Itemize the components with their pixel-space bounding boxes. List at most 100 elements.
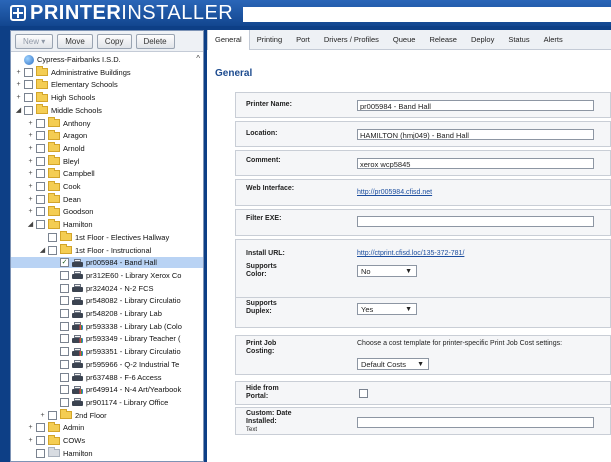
tree-checkbox[interactable] xyxy=(60,385,69,395)
tree-checkbox[interactable] xyxy=(60,283,69,293)
tree-expander-icon[interactable]: + xyxy=(27,424,34,431)
tree-checkbox[interactable] xyxy=(36,436,45,445)
tree-expander-icon[interactable]: ◢ xyxy=(27,221,34,228)
tree-printer-item[interactable]: ✓ pr005984 - Band Hall xyxy=(11,257,203,269)
tree-folder-item[interactable]: + High Schools xyxy=(15,91,95,103)
tree-checkbox[interactable] xyxy=(48,410,57,420)
tree-expander-icon[interactable]: ◢ xyxy=(39,247,46,254)
tree-checkbox[interactable] xyxy=(24,67,33,77)
filter-exe-field[interactable] xyxy=(357,216,594,227)
tree-checkbox[interactable] xyxy=(60,334,69,344)
tree-checkbox[interactable] xyxy=(60,270,69,280)
location-field[interactable]: HAMILTON (hmj049) - Band Hall xyxy=(357,129,594,140)
supports-duplex-select[interactable]: Yes ▼ xyxy=(357,303,417,315)
header-search-bar[interactable] xyxy=(243,7,611,22)
tree-checkbox[interactable] xyxy=(60,372,69,382)
tree-folder-item[interactable]: ◢ Middle Schools xyxy=(15,104,102,116)
delete-button[interactable]: Delete xyxy=(135,33,175,49)
tree-printer-item[interactable]: pr637488 - F-6 Access xyxy=(51,372,161,383)
tree-folder-item[interactable]: +2nd Floor xyxy=(39,409,107,421)
hide-from-portal-checkbox[interactable] xyxy=(359,389,368,398)
web-interface-link[interactable]: http://pr005984.cfisd.net xyxy=(357,189,432,196)
tree-checkbox[interactable] xyxy=(36,220,45,230)
tree-expander-icon[interactable]: + xyxy=(27,120,34,127)
comment-field[interactable]: xerox wcp5845 xyxy=(357,158,594,169)
tree-checkbox[interactable] xyxy=(36,156,45,166)
tree-checkbox[interactable]: ✓ xyxy=(60,258,69,268)
tree-expander-icon[interactable]: + xyxy=(27,196,34,203)
tree-expander-icon[interactable]: + xyxy=(27,132,34,139)
tab-release[interactable]: Release xyxy=(422,30,464,49)
scroll-up-icon[interactable]: ^ xyxy=(196,54,200,63)
tree-expander-icon[interactable]: + xyxy=(27,183,34,190)
tree-folder-item[interactable]: ◢ Hamilton xyxy=(27,218,93,230)
tree-checkbox[interactable] xyxy=(60,321,69,331)
tree-expander-icon[interactable]: + xyxy=(27,437,34,444)
tab-alerts[interactable]: Alerts xyxy=(537,30,570,49)
tree-expander-icon[interactable]: + xyxy=(15,81,22,88)
tree-checkbox[interactable] xyxy=(24,80,33,90)
tree-printer-item[interactable]: pr593338 - Library Lab (Colo xyxy=(51,321,182,332)
tab-drivers-profiles[interactable]: Drivers / Profiles xyxy=(317,30,386,49)
tab-printing[interactable]: Printing xyxy=(250,30,289,49)
tree-folder-item[interactable]: + Cook xyxy=(27,180,81,192)
tree-printer-item[interactable]: pr649914 - N-4 Art/Yearbook xyxy=(51,384,181,395)
tree-checkbox[interactable] xyxy=(48,245,57,255)
new-button[interactable]: New ▾ xyxy=(15,33,54,49)
tree-folder-item[interactable]: + Goodson xyxy=(27,205,93,217)
tree-folder-item[interactable]: + Arnold xyxy=(27,142,85,154)
tree-folder-item[interactable]: Cypress-Fairbanks I.S.D. xyxy=(15,54,121,65)
tree-printer-item[interactable]: pr548208 - Library Lab xyxy=(51,308,162,319)
tab-deploy[interactable]: Deploy xyxy=(464,30,501,49)
tree-folder-item[interactable]: 1st Floor - Electives Hallway xyxy=(39,231,169,243)
tab-general[interactable]: General xyxy=(207,30,250,50)
tree-folder-item[interactable]: + Admin xyxy=(27,421,84,433)
tree-checkbox[interactable] xyxy=(36,448,45,458)
tree-checkbox[interactable] xyxy=(24,105,33,115)
tree-printer-item[interactable]: pr595966 - Q-2 Industrial Te xyxy=(51,359,179,370)
tree-printer-item[interactable]: pr593351 - Library Circulatio xyxy=(51,346,181,357)
printer-name-field[interactable]: pr005984 - Band Hall xyxy=(357,100,594,111)
tree-folder-item[interactable]: + Dean xyxy=(27,193,81,205)
tree-expander-icon[interactable]: + xyxy=(27,158,34,165)
tree-checkbox[interactable] xyxy=(60,347,69,357)
tree-folder-item[interactable]: + Aragon xyxy=(27,129,87,141)
tree-printer-item[interactable]: pr593349 - Library Teacher ( xyxy=(51,333,181,344)
tree-folder-item[interactable]: + COWs xyxy=(27,434,85,446)
tree-checkbox[interactable] xyxy=(60,296,69,306)
tab-queue[interactable]: Queue xyxy=(386,30,423,49)
tree-expander-icon[interactable]: + xyxy=(27,170,34,177)
tree-checkbox[interactable] xyxy=(48,232,57,242)
tree-folder-item[interactable]: ◢ 1st Floor - Instructional xyxy=(39,244,151,256)
tree-folder-item[interactable]: + Bleyl xyxy=(27,155,79,167)
tree-printer-item[interactable]: pr901174 - Library Office xyxy=(51,397,168,408)
tree-checkbox[interactable] xyxy=(36,194,45,204)
tree-expander-icon[interactable]: + xyxy=(39,412,46,419)
tree-checkbox[interactable] xyxy=(36,143,45,153)
tree-expander-icon[interactable]: + xyxy=(15,69,22,76)
custom-date-field[interactable] xyxy=(357,417,594,428)
tree-expander-icon[interactable]: + xyxy=(27,208,34,215)
tree-folder-item[interactable]: + Anthony xyxy=(27,117,91,129)
tree-checkbox[interactable] xyxy=(24,93,33,103)
tree-checkbox[interactable] xyxy=(60,309,69,318)
tree-checkbox[interactable] xyxy=(36,423,45,433)
tree-expander-icon[interactable]: ◢ xyxy=(15,107,22,114)
tree-expander-icon[interactable]: + xyxy=(15,94,22,101)
tree-printer-item[interactable]: pr312E60 - Library Xerox Co xyxy=(51,270,181,281)
tree-folder-item[interactable]: Hamilton xyxy=(27,447,93,459)
move-button[interactable]: Move xyxy=(57,33,93,49)
tree-expander-icon[interactable]: + xyxy=(27,145,34,152)
install-url-link[interactable]: http://ctprint.cfisd.loc/135-372-781/ xyxy=(357,250,464,257)
tree-folder-item[interactable]: + Campbell xyxy=(27,167,95,179)
tab-status[interactable]: Status xyxy=(501,30,536,49)
tree-checkbox[interactable] xyxy=(36,118,45,128)
tree-checkbox[interactable] xyxy=(60,397,69,407)
tab-port[interactable]: Port xyxy=(289,30,317,49)
tree-checkbox[interactable] xyxy=(60,359,69,369)
tree-checkbox[interactable] xyxy=(36,182,45,191)
print-job-costing-select[interactable]: Default Costs ▼ xyxy=(357,358,429,370)
tree-checkbox[interactable] xyxy=(36,207,45,217)
tree-folder-item[interactable]: + Elementary Schools xyxy=(15,78,118,90)
supports-color-select[interactable]: No ▼ xyxy=(357,265,417,277)
